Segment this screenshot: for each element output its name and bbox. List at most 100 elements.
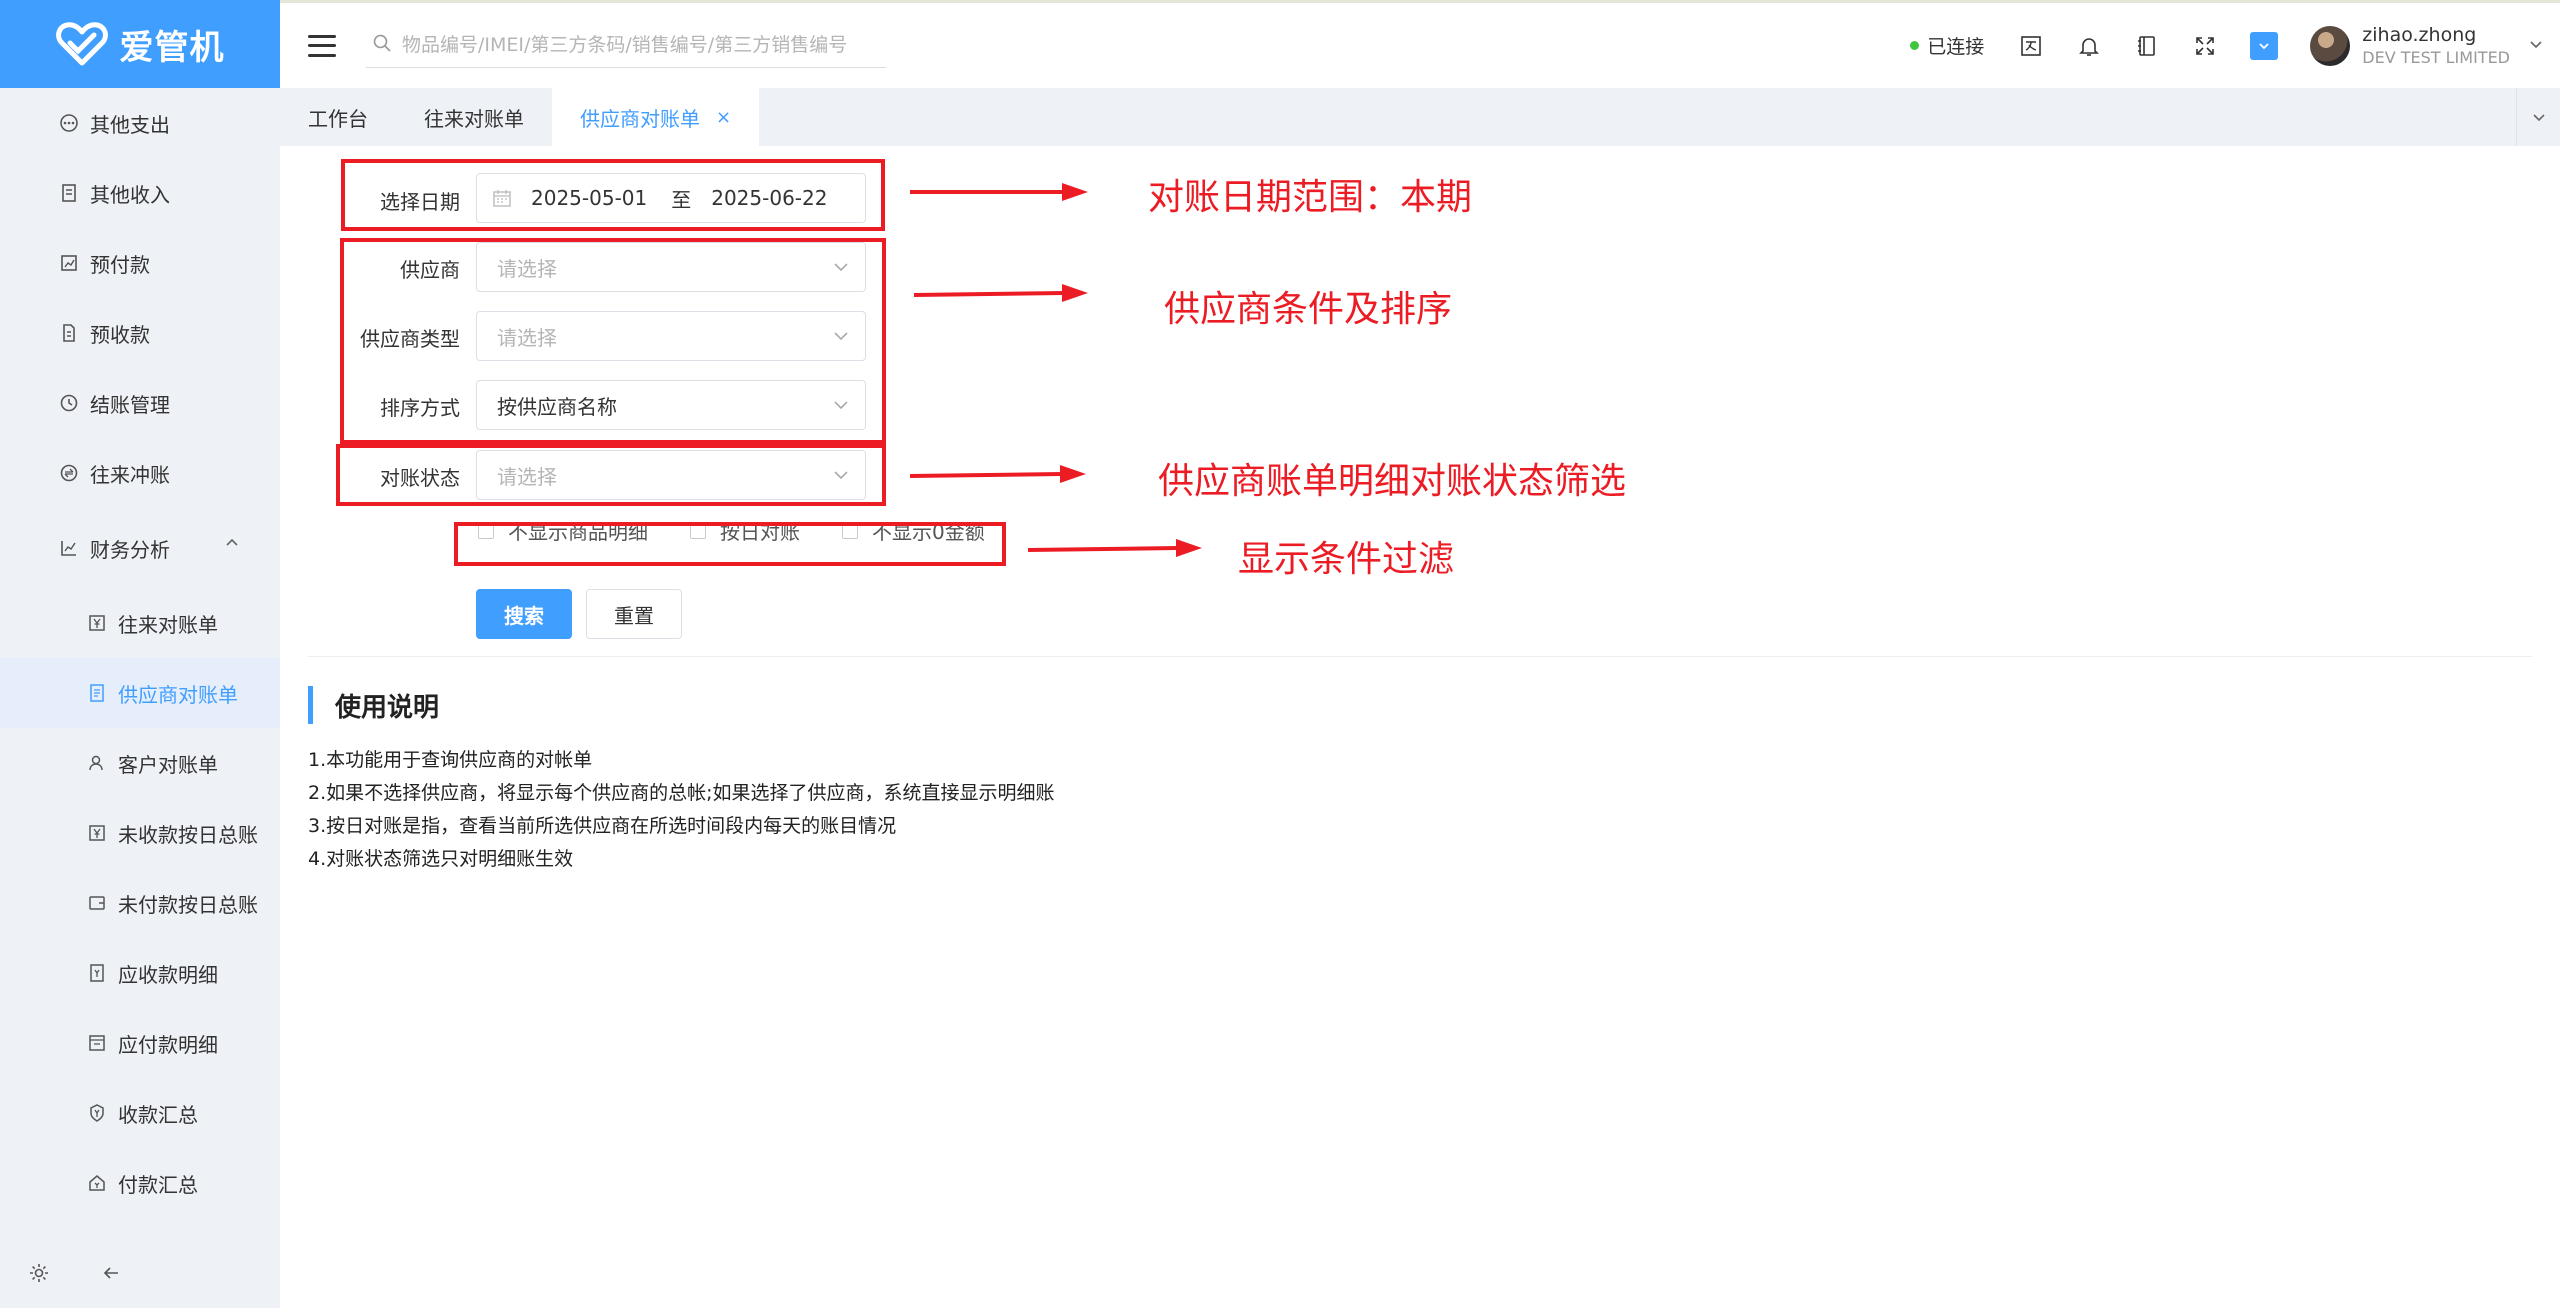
chevron-up-icon (224, 534, 240, 554)
search-input[interactable] (402, 34, 872, 56)
sidebar-item-unpaid-daily[interactable]: 未付款按日总账 (0, 868, 280, 938)
collect-icon (86, 1102, 108, 1124)
annotation-text-date: 对账日期范围：本期 (1148, 177, 1473, 218)
menu-toggle-icon[interactable] (308, 34, 336, 57)
sidebar-item-label: 往来对账单 (118, 612, 218, 637)
annotation-arrow-supplier (914, 284, 1088, 302)
usage-line: 4.对账状态筛选只对明细账生效 (308, 848, 574, 870)
customer-icon (86, 752, 108, 774)
yen-doc-icon (86, 612, 108, 634)
brand-name: 爱管机 (119, 27, 225, 68)
close-icon[interactable]: × (716, 107, 731, 128)
sidebar-item-prepayment[interactable]: 预付款 (0, 228, 280, 298)
exchange-icon (58, 462, 80, 484)
reset-button[interactable]: 重置 (586, 589, 682, 639)
usage-line: 2.如果不选择供应商，将显示每个供应商的总帐;如果选择了供应商，系统直接显示明细… (308, 782, 1055, 804)
payable-icon (86, 1032, 108, 1054)
annotation-box-status (336, 444, 886, 506)
tab-workbench[interactable]: 工作台 (280, 88, 396, 146)
top-right-tools: 已连接 zihao.zhong DEV TEST LIMITED (1910, 3, 2560, 88)
annotation-box-display (454, 522, 1006, 566)
user-menu[interactable]: zihao.zhong DEV TEST LIMITED (2310, 23, 2544, 69)
sidebar-item-unreceived-daily[interactable]: 未收款按日总账 (0, 798, 280, 868)
search-icon (372, 33, 392, 57)
top-bar: 已连接 zihao.zhong DEV TEST LIMITED (280, 0, 2560, 88)
sidebar-item-label: 财务分析 (90, 537, 170, 562)
collapse-arrow-left-icon[interactable] (100, 1262, 122, 1290)
global-search (366, 24, 886, 68)
usage-line: 3.按日对账是指，查看当前所选供应商在所选时间段内每天的账目情况 (308, 815, 897, 837)
sidebar-item-label: 未付款按日总账 (118, 892, 258, 917)
yen-doc-icon (86, 822, 108, 844)
translate-icon[interactable] (2018, 33, 2044, 59)
settings-gear-icon[interactable] (28, 1262, 50, 1290)
bell-icon[interactable] (2076, 33, 2102, 59)
sidebar-group-finance-analysis[interactable]: 财务分析 (0, 508, 280, 588)
annotation-text-status: 供应商账单明细对账状态筛选 (1158, 461, 1627, 502)
sidebar-item-receivable-detail[interactable]: 应收款明细 (0, 938, 280, 1008)
analysis-icon (58, 537, 80, 559)
wallet-icon (86, 892, 108, 914)
heart-logo-icon (55, 22, 108, 66)
annotation-text-display: 显示条件过滤 (1238, 539, 1455, 580)
sidebar-item-label: 结账管理 (90, 392, 170, 417)
connection-status: 已连接 (1910, 32, 1984, 59)
tab-label: 往来对账单 (424, 106, 524, 131)
supplier-doc-icon (86, 682, 108, 704)
sidebar: 爱管机 其他支出 其他收入 预付款 预收款 结账管理 往来冲账 财务分析 往来对… (0, 0, 280, 1308)
sidebar-item-label: 供应商对账单 (118, 682, 238, 707)
section-divider (308, 656, 2532, 657)
sidebar-item-label: 预付款 (90, 252, 150, 277)
annotation-box-supplier (340, 238, 886, 444)
page-tabs: 工作台 往来对账单 供应商对账单 × (280, 88, 2560, 146)
tabs-more-chevron-icon[interactable] (2516, 88, 2560, 146)
ellipsis-circle-icon (58, 112, 80, 134)
status-dot-icon (1910, 41, 1920, 50)
sidebar-item-other-expense[interactable]: 其他支出 (0, 88, 280, 158)
sidebar-menu: 其他支出 其他收入 预付款 预收款 结账管理 往来冲账 财务分析 往来对账单 供… (0, 88, 280, 1218)
brand-logo[interactable]: 爱管机 (0, 0, 280, 88)
chart-doc-icon (58, 252, 80, 274)
search-button[interactable]: 搜索 (476, 589, 572, 639)
annotation-text-supplier: 供应商条件及排序 (1164, 289, 1453, 330)
sidebar-item-advance-receipt[interactable]: 预收款 (0, 298, 280, 368)
annotation-arrow-date (910, 183, 1088, 201)
annotation-arrow-status (910, 465, 1086, 483)
sidebar-item-closing[interactable]: 结账管理 (0, 368, 280, 438)
receipt-icon (58, 182, 80, 204)
avatar (2310, 25, 2351, 66)
dropdown-square-icon[interactable] (2250, 31, 2279, 60)
annotation-arrow-display (1028, 539, 1202, 557)
notebook-icon[interactable] (2134, 33, 2160, 59)
sidebar-item-ledger-statement[interactable]: 往来对账单 (0, 588, 280, 658)
sidebar-item-offset[interactable]: 往来冲账 (0, 438, 280, 508)
connection-label: 已连接 (1927, 36, 1985, 58)
sidebar-item-label: 未收款按日总账 (118, 822, 258, 847)
usage-title: 使用说明 (308, 686, 439, 724)
document-icon (58, 322, 80, 344)
sidebar-item-label: 应收款明细 (118, 962, 218, 987)
receivable-icon (86, 962, 108, 984)
annotation-box-date (341, 159, 885, 231)
history-clock-icon (58, 392, 80, 414)
user-name: zihao.zhong (2362, 23, 2477, 46)
tab-ledger-statement[interactable]: 往来对账单 (396, 88, 552, 146)
sidebar-item-supplier-statement[interactable]: 供应商对账单 (0, 658, 280, 728)
pay-icon (86, 1172, 108, 1194)
sidebar-item-collection-summary[interactable]: 收款汇总 (0, 1078, 280, 1148)
usage-instructions: 1.本功能用于查询供应商的对帐单 2.如果不选择供应商，将显示每个供应商的总帐;… (308, 744, 1055, 876)
main-content: 选择日期 2025-05-01 至 2025-06-22 供应商 请选择 供应商… (280, 146, 2560, 1308)
fullscreen-icon[interactable] (2192, 33, 2218, 59)
sidebar-item-label: 预收款 (90, 322, 150, 347)
sidebar-item-other-income[interactable]: 其他收入 (0, 158, 280, 228)
sidebar-item-payment-summary[interactable]: 付款汇总 (0, 1148, 280, 1218)
sidebar-item-payable-detail[interactable]: 应付款明细 (0, 1008, 280, 1078)
sidebar-item-customer-statement[interactable]: 客户对账单 (0, 728, 280, 798)
sidebar-item-label: 其他支出 (90, 112, 170, 137)
sidebar-item-label: 付款汇总 (118, 1172, 198, 1197)
sidebar-item-label: 其他收入 (90, 182, 170, 207)
sidebar-item-label: 应付款明细 (118, 1032, 218, 1057)
sidebar-footer (0, 1244, 280, 1308)
company-name: DEV TEST LIMITED (2362, 47, 2510, 67)
tab-supplier-statement[interactable]: 供应商对账单 × (552, 88, 760, 146)
